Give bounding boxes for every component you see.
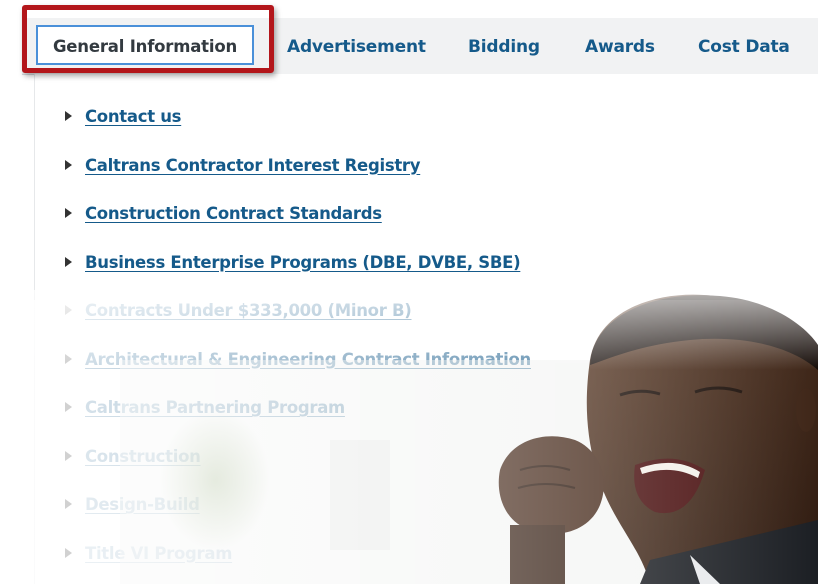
content-pane: Contact us Caltrans Contractor Interest … bbox=[34, 74, 818, 584]
list-item: Construction Contract Standards bbox=[65, 204, 531, 253]
list-item: Construction bbox=[65, 447, 531, 496]
tab-bidding[interactable]: Bidding bbox=[468, 30, 540, 64]
caret-right-icon bbox=[65, 402, 72, 412]
tab-advertisement[interactable]: Advertisement bbox=[287, 30, 426, 64]
tab-bar: General Information Advertisement Biddin… bbox=[22, 18, 818, 75]
link-title-vi[interactable]: Title VI Program bbox=[85, 544, 232, 563]
tab-awards[interactable]: Awards bbox=[585, 30, 655, 64]
list-item: Architectural & Engineering Contract Inf… bbox=[65, 350, 531, 399]
caret-right-icon bbox=[65, 547, 72, 558]
link-construction[interactable]: Construction bbox=[85, 447, 201, 466]
page: General Information Advertisement Biddin… bbox=[0, 0, 818, 584]
link-business-enterprise-programs[interactable]: Business Enterprise Programs (DBE, DVBE,… bbox=[85, 253, 521, 272]
caret-right-icon bbox=[65, 208, 72, 218]
list-item: Contracts Under $333,000 (Minor B) bbox=[65, 301, 531, 350]
list-item: Caltrans Partnering Program bbox=[65, 398, 531, 447]
list-item: Business Enterprise Programs (DBE, DVBE,… bbox=[65, 253, 531, 302]
tab-general-information[interactable]: General Information bbox=[36, 25, 254, 65]
caret-right-icon bbox=[65, 111, 72, 121]
link-design-build[interactable]: Design-Build bbox=[85, 495, 200, 514]
link-list: Contact us Caltrans Contractor Interest … bbox=[65, 107, 531, 584]
link-contact-us[interactable]: Contact us bbox=[85, 107, 182, 126]
caret-right-icon bbox=[65, 305, 72, 315]
caret-right-icon bbox=[65, 499, 72, 509]
link-contractor-interest-registry[interactable]: Caltrans Contractor Interest Registry bbox=[85, 156, 421, 175]
list-item: Design-Build bbox=[65, 495, 531, 544]
list-item: Contact us bbox=[65, 107, 531, 156]
caret-right-icon bbox=[65, 159, 72, 170]
tab-cost-data[interactable]: Cost Data bbox=[698, 30, 790, 64]
link-architectural-engineering[interactable]: Architectural & Engineering Contract Inf… bbox=[85, 350, 531, 369]
link-contracts-under-333000[interactable]: Contracts Under $333,000 (Minor B) bbox=[85, 301, 412, 320]
list-item: Caltrans Contractor Interest Registry bbox=[65, 156, 531, 205]
list-item: Title VI Program bbox=[65, 544, 531, 584]
link-construction-contract-standards[interactable]: Construction Contract Standards bbox=[85, 204, 382, 223]
caret-right-icon bbox=[65, 450, 72, 461]
caret-right-icon bbox=[65, 256, 72, 267]
link-partnering-program[interactable]: Caltrans Partnering Program bbox=[85, 398, 345, 417]
caret-right-icon bbox=[65, 353, 72, 364]
